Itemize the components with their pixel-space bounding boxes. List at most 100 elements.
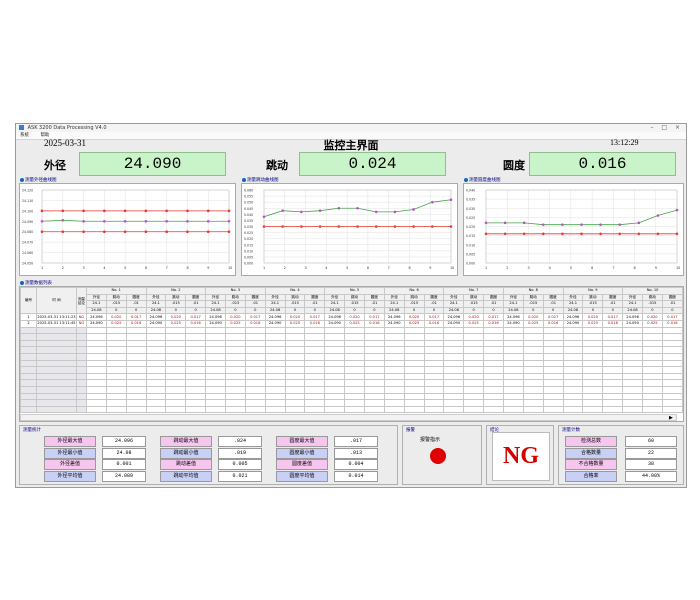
x-tick-label: 6 [591, 266, 593, 270]
data-point [40, 230, 44, 234]
data-point [503, 221, 507, 225]
title-bar: ASK 3200 Data Processing V4.0 – □ × [16, 124, 686, 132]
measurement-table[interactable]: 编号时 间测量结论 No. 1 No. 2 No. 3 No. 4 No. 5 No. 6N… [19, 286, 684, 422]
lower-limit-cell: 24.08 [502, 306, 524, 315]
table-row[interactable]: 2 2025-03-31 13:11:45 NG 24.090 0.025 0.016 24… [20, 319, 683, 328]
bullet-icon [242, 177, 246, 182]
y-tick-label: 0.040 [466, 189, 475, 193]
row-value: 24.096 [85, 313, 107, 321]
row-no: 1 [20, 313, 37, 321]
point-header: No. 7 [443, 287, 504, 295]
row-value: 0.025 [522, 319, 544, 328]
data-point [144, 209, 148, 213]
sub-header: 跳动 [642, 293, 663, 302]
y-tick-label: 24.060 [22, 251, 33, 255]
data-point [165, 209, 168, 213]
data-point [227, 209, 231, 213]
y-tick-label: 0.060 [244, 189, 253, 193]
upper-limit-cell: .015 [642, 300, 663, 308]
runout-label: 跳动 [266, 160, 288, 172]
x-tick-label: 2 [284, 266, 286, 270]
sub-header: 圆度 [542, 293, 564, 302]
data-point [484, 232, 488, 236]
upper-limit-cell: .015 [165, 300, 187, 308]
row-value: 0.020 [344, 313, 365, 321]
data-point [82, 230, 85, 234]
lower-limit-cell: 24.08 [383, 306, 405, 315]
scroll-right-icon[interactable]: ▶ [669, 415, 673, 421]
sub-header: 外径 [205, 293, 226, 302]
sub-header: 跳动 [403, 293, 425, 302]
y-tick-label: 0.025 [466, 216, 475, 220]
data-point [618, 232, 621, 236]
sub-header: 跳动 [344, 293, 365, 302]
stat-value: 0.005 [218, 459, 262, 470]
stat-label: 跳动最大值 [160, 436, 212, 447]
row-value: 24.090 [85, 319, 107, 328]
y-tick-label: 0.000 [244, 262, 253, 266]
row-value: 0.017 [244, 313, 266, 321]
row-value: 0.017 [185, 313, 207, 321]
data-point [262, 215, 266, 219]
upper-limit-cell: 24.1 [562, 300, 584, 308]
x-tick-label: 8 [186, 266, 188, 270]
x-tick-label: 9 [207, 266, 209, 270]
row-value: 0.020 [224, 313, 246, 321]
y-tick-label: 0.020 [244, 237, 253, 241]
row-value: 24.090 [324, 319, 346, 328]
row-time: 2025-03-31 13:11:23 [35, 313, 77, 321]
row-value: 0.020 [642, 313, 663, 321]
lower-limit-cell: 0 [463, 306, 485, 315]
row-value: 24.096 [145, 313, 167, 321]
row-value: 24.090 [622, 319, 643, 328]
data-point [337, 225, 341, 228]
sub-header: 外径 [562, 293, 584, 302]
y-tick-label: 24.090 [22, 220, 33, 224]
y-tick-label: 0.030 [244, 225, 253, 229]
row-value: 24.096 [443, 313, 465, 321]
x-tick-label: 8 [634, 266, 636, 270]
sub-header: 外径 [383, 293, 405, 302]
upper-limit-cell: .01 [304, 300, 326, 308]
stat-label: 外径最大值 [44, 436, 96, 447]
stat-label: 圆度平均值 [276, 470, 328, 482]
data-point [144, 219, 148, 223]
data-point [393, 210, 397, 214]
upper-limit-cell: 24.1 [85, 300, 107, 308]
horizontal-scrollbar[interactable] [20, 414, 677, 421]
row-value: 0.025 [642, 319, 663, 328]
window-controls[interactable]: – □ × [650, 124, 683, 132]
y-tick-label: 24.100 [22, 209, 33, 213]
x-tick-label: 4 [549, 266, 551, 270]
x-tick-label: 10 [228, 266, 232, 270]
data-point [449, 198, 453, 202]
y-tick-label: 0.050 [244, 201, 253, 205]
x-tick-label: 10 [676, 266, 680, 270]
roundness-chart: 0.040 0.035 0.030 0.025 0.020 0.015 0.010 0.005… [463, 183, 684, 276]
row-value: 24.096 [502, 313, 524, 321]
data-point [281, 225, 284, 228]
lower-limit-cell: 0 [363, 306, 385, 315]
y-tick-label: 24.110 [22, 199, 33, 203]
alarm-panel: 报警 报警指示 [402, 425, 482, 485]
lower-limit-cell: 0 [304, 306, 326, 315]
bullet-icon [20, 177, 24, 182]
upper-limit-cell: .015 [463, 300, 485, 308]
sub-header: 跳动 [224, 293, 246, 302]
row-value: 24.090 [562, 319, 584, 328]
row-value: 24.090 [264, 319, 286, 328]
row-value: 24.096 [205, 313, 226, 321]
table-row[interactable]: 1 2025-03-31 13:11:23 NG 24.096 0.020 0.017 24… [20, 313, 683, 321]
upper-limit-cell: 24.1 [443, 300, 465, 308]
od-chart-svg: 24.120 24.110 24.100 24.090 24.080 24.070 24.0… [22, 189, 232, 271]
row-value: 24.090 [145, 319, 167, 328]
upper-limit-cell: 24.1 [145, 300, 167, 308]
count-panel: 测量计数 检测总数 60 合格数量 22 不合格数量 38 合格率 44.00% [558, 425, 684, 485]
runout-chart: 0.060 0.055 0.050 0.045 0.040 0.035 0.030 0.025… [241, 183, 458, 276]
menu-system[interactable]: 系统 [20, 133, 29, 138]
runout-value-display: 0.024 [299, 152, 446, 176]
row-value: 0.025 [463, 319, 485, 328]
empty-row [20, 405, 683, 414]
y-tick-label: 0.010 [244, 249, 253, 253]
upper-limit-cell: 24.1 [264, 300, 286, 308]
